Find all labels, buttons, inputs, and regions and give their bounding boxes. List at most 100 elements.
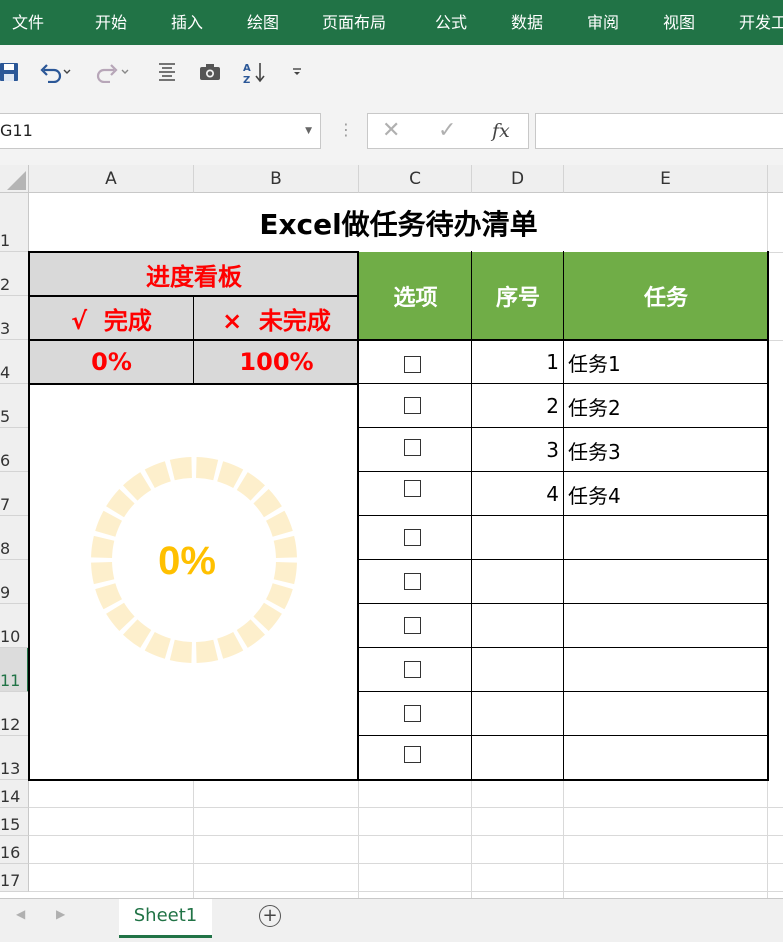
board-title[interactable]: 进度看板	[29, 252, 359, 296]
column-header-d[interactable]: D	[472, 165, 564, 193]
row-header-17[interactable]: 17	[0, 864, 29, 892]
task-number[interactable]	[472, 604, 564, 648]
checkbox[interactable]	[404, 661, 421, 678]
sort-icon[interactable]: AZ	[238, 57, 272, 87]
row-header-15[interactable]: 15	[0, 808, 29, 836]
row-header-16[interactable]: 16	[0, 836, 29, 864]
checkbox[interactable]	[404, 746, 421, 763]
task-number[interactable]	[472, 648, 564, 692]
row-header-11[interactable]: 11	[0, 648, 29, 692]
task-name[interactable]: 任务3	[564, 428, 768, 472]
task-name[interactable]: 任务1	[564, 340, 768, 384]
row-header-3[interactable]: 3	[0, 296, 29, 340]
row-header-1[interactable]: 1	[0, 193, 29, 252]
task-number[interactable]	[472, 736, 564, 780]
header-option[interactable]: 选项	[359, 252, 472, 340]
tab-file[interactable]: 文件	[12, 0, 44, 45]
task-number[interactable]: 1	[472, 340, 564, 384]
task-number[interactable]	[472, 516, 564, 560]
task-name[interactable]: 任务2	[564, 384, 768, 428]
tab-review[interactable]: 审阅	[587, 0, 619, 45]
tab-page-layout[interactable]: 页面布局	[322, 0, 386, 45]
select-all-corner[interactable]	[0, 165, 29, 193]
formula-input[interactable]	[535, 113, 783, 149]
enter-icon[interactable]: ✓	[438, 114, 456, 148]
tab-home[interactable]: 开始	[95, 0, 127, 45]
undone-percent[interactable]: 100%	[194, 340, 359, 384]
done-percent[interactable]: 0%	[29, 340, 194, 384]
option-cell[interactable]	[359, 604, 472, 648]
row-header-2[interactable]: 2	[0, 252, 29, 296]
scroll-left-icon[interactable]: ◀	[16, 907, 25, 921]
row-header-7[interactable]: 7	[0, 472, 29, 516]
add-sheet-icon[interactable]: +	[259, 905, 281, 927]
name-box[interactable]: G11 ▼	[0, 113, 321, 149]
cancel-icon[interactable]: ✕	[382, 114, 400, 148]
tab-view[interactable]: 视图	[663, 0, 695, 45]
insert-function-icon[interactable]: fx	[492, 114, 510, 148]
option-cell[interactable]	[359, 340, 472, 384]
task-number[interactable]: 3	[472, 428, 564, 472]
task-number[interactable]	[472, 692, 564, 736]
row-header-6[interactable]: 6	[0, 428, 29, 472]
worksheet-grid[interactable]: A B C D E 1 2 3 4 5 6 7 8 9 10 11 12 13 …	[0, 165, 783, 898]
task-name[interactable]: 任务4	[564, 472, 768, 516]
column-header-a[interactable]: A	[29, 165, 194, 193]
checkbox[interactable]	[404, 480, 421, 497]
chevron-down-icon[interactable]: ▼	[305, 114, 312, 148]
row-header-9[interactable]: 9	[0, 560, 29, 604]
checkbox[interactable]	[404, 529, 421, 546]
redo-icon[interactable]	[96, 57, 130, 87]
checkbox[interactable]	[404, 356, 421, 373]
option-cell[interactable]	[359, 736, 472, 780]
row-header-12[interactable]: 12	[0, 692, 29, 736]
column-header-c[interactable]: C	[359, 165, 472, 193]
task-number[interactable]: 2	[472, 384, 564, 428]
task-number[interactable]: 4	[472, 472, 564, 516]
checkbox[interactable]	[404, 617, 421, 634]
row-header-14[interactable]: 14	[0, 780, 29, 808]
column-header-f[interactable]	[768, 165, 783, 193]
align-icon[interactable]	[150, 57, 184, 87]
option-cell[interactable]	[359, 648, 472, 692]
row-header-13[interactable]: 13	[0, 736, 29, 780]
progress-ring-area[interactable]: 0%	[29, 384, 359, 780]
checkbox[interactable]	[404, 573, 421, 590]
option-cell[interactable]	[359, 516, 472, 560]
save-icon[interactable]	[0, 57, 26, 87]
drag-handle-icon[interactable]: ⋮	[338, 113, 354, 149]
option-cell[interactable]	[359, 472, 472, 516]
tab-developer[interactable]: 开发工	[739, 0, 783, 45]
option-cell[interactable]	[359, 560, 472, 604]
done-label[interactable]: √ 完成	[29, 296, 194, 340]
task-name[interactable]	[564, 648, 768, 692]
checkbox[interactable]	[404, 397, 421, 414]
row-header-5[interactable]: 5	[0, 384, 29, 428]
tab-draw[interactable]: 绘图	[247, 0, 279, 45]
checkbox[interactable]	[404, 439, 421, 456]
option-cell[interactable]	[359, 428, 472, 472]
sheet-title[interactable]: Excel做任务待办清单	[29, 193, 768, 252]
undo-icon[interactable]	[38, 57, 72, 87]
tab-insert[interactable]: 插入	[171, 0, 203, 45]
task-name[interactable]	[564, 736, 768, 780]
column-header-b[interactable]: B	[194, 165, 359, 193]
task-name[interactable]	[564, 560, 768, 604]
option-cell[interactable]	[359, 384, 472, 428]
header-number[interactable]: 序号	[472, 252, 564, 340]
option-cell[interactable]	[359, 692, 472, 736]
tab-data[interactable]: 数据	[511, 0, 543, 45]
task-name[interactable]	[564, 604, 768, 648]
customize-icon[interactable]	[280, 57, 314, 87]
task-name[interactable]	[564, 516, 768, 560]
camera-icon[interactable]	[193, 57, 227, 87]
tab-formulas[interactable]: 公式	[435, 0, 467, 45]
row-header-8[interactable]: 8	[0, 516, 29, 560]
checkbox[interactable]	[404, 705, 421, 722]
sheet-tab[interactable]: Sheet1	[119, 899, 212, 938]
column-header-e[interactable]: E	[564, 165, 768, 193]
scroll-right-icon[interactable]: ▶	[56, 907, 65, 921]
header-task[interactable]: 任务	[564, 252, 768, 340]
task-name[interactable]	[564, 692, 768, 736]
undone-label[interactable]: × 未完成	[194, 296, 359, 340]
